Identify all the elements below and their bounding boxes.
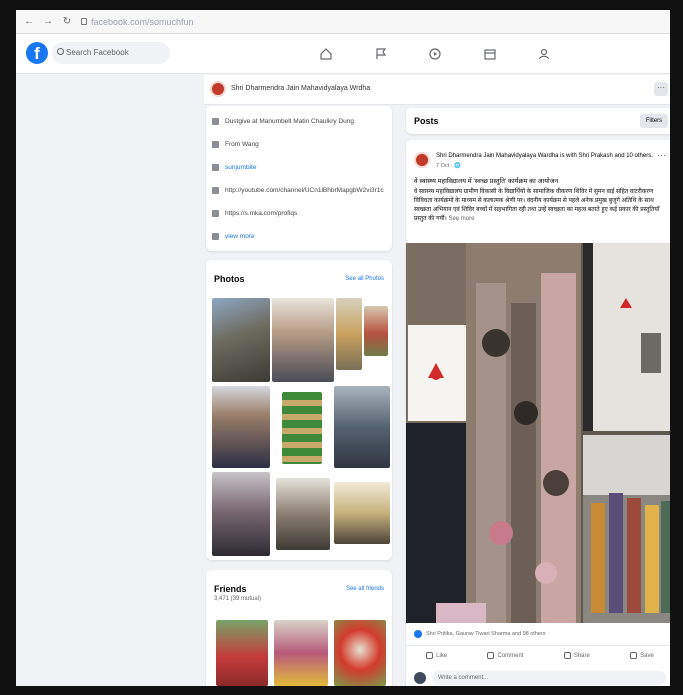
save-icon: [630, 652, 638, 659]
profile-name[interactable]: Shri Dharmendra Jain Mahavidyalaya Wrdha: [231, 85, 370, 92]
posts-header: Posts Filters: [406, 108, 670, 134]
intro-text: From Wang: [225, 141, 259, 148]
reload-button[interactable]: ↻: [62, 16, 72, 27]
reactions-summary[interactable]: Shri Pritika, Gaurav Tiwari Sharma and 9…: [414, 630, 546, 638]
intro-item: view more: [206, 225, 392, 248]
photo-thumbnail[interactable]: [334, 482, 390, 544]
play-icon[interactable]: [428, 47, 442, 61]
collage-graphic: [406, 243, 670, 623]
url-text: facebook.com/somuchfun: [91, 16, 194, 27]
photos-card: Photos See all Photos: [206, 260, 392, 560]
browser-window: ← → ↻ facebook.com/somuchfun f Search Fa…: [14, 8, 672, 688]
see-more-link[interactable]: See more: [448, 216, 474, 222]
photo-thumbnail[interactable]: [212, 298, 270, 382]
intro-item: sunjumbite: [206, 156, 392, 179]
post-body: वे स्वास्थ्य महाविद्यालय ग्रामीण विकासी …: [414, 188, 666, 224]
flag-icon[interactable]: [374, 47, 388, 61]
save-label: Save: [640, 652, 654, 659]
photo-thumbnail[interactable]: [334, 386, 390, 468]
search-icon: [57, 48, 64, 55]
post-headline: वे स्वास्थ्य महाविद्यालय में 'स्वच्छ प्र…: [414, 178, 559, 185]
intro-item: Dustgive at Manumbelt Matin Chaulkry Dun…: [206, 110, 392, 133]
see-all-friends-link[interactable]: See all friends: [346, 586, 384, 592]
home-icon: [212, 141, 219, 148]
home-icon[interactable]: [319, 47, 333, 61]
post-timestamp[interactable]: 7 Oct · 🌐: [436, 163, 461, 169]
photo-thumbnail[interactable]: [282, 392, 322, 464]
intro-link[interactable]: sunjumbite: [225, 164, 256, 171]
like-label: Like: [436, 652, 448, 659]
share-label: Share: [573, 652, 590, 659]
comment-composer: Write a comment...: [414, 670, 666, 686]
comment-icon: [487, 652, 495, 659]
share-icon: [563, 652, 571, 659]
share-button[interactable]: Share: [563, 652, 590, 659]
search-placeholder: Search Facebook: [66, 48, 129, 57]
profile-strip: Shri Dharmendra Jain Mahavidyalaya Wrdha…: [204, 75, 670, 105]
intro-link[interactable]: http://youtube.com/channel/UCn1lBhbrMapg…: [225, 187, 384, 194]
marketplace-icon[interactable]: [483, 47, 497, 61]
like-reaction-icon: [414, 630, 422, 638]
avatar[interactable]: [210, 81, 226, 97]
lock-icon: [81, 18, 87, 25]
friend-photo[interactable]: [216, 620, 268, 686]
comment-label: Comment: [497, 652, 524, 659]
briefcase-icon: [212, 118, 219, 125]
post-card: Shri Dharmendra Jain Mahavidyalaya Wardh…: [406, 140, 670, 686]
intro-item: http://youtube.com/channel/UCn1lBhbrMapg…: [206, 179, 392, 202]
photo-thumbnail[interactable]: [212, 386, 270, 468]
photo-thumbnail[interactable]: [336, 298, 362, 370]
save-button[interactable]: Save: [630, 652, 654, 659]
post-options-icon[interactable]: ···: [657, 150, 666, 160]
more-button[interactable]: ···: [654, 82, 668, 96]
browser-toolbar: ← → ↻ facebook.com/somuchfun: [16, 10, 670, 34]
avatar[interactable]: [414, 152, 430, 168]
friends-card: Friends 3,471 (39 mutual) See all friend…: [206, 570, 392, 686]
see-all-photos-link[interactable]: See all Photos: [345, 276, 384, 282]
like-icon: [426, 652, 434, 659]
intro-text: Dustgive at Manumbelt Matin Chaulkry Dun…: [225, 118, 354, 125]
forward-button[interactable]: →: [43, 16, 53, 27]
post-author[interactable]: Shri Dharmendra Jain Mahavidyalaya Wardh…: [436, 152, 656, 160]
filters-button[interactable]: Filters: [640, 114, 668, 128]
post-actions: Like Comment Share Save: [406, 645, 670, 665]
friend-photo[interactable]: [334, 620, 386, 686]
friends-count: 3,471 (39 mutual): [214, 596, 262, 602]
back-button[interactable]: ←: [24, 16, 34, 27]
address-bar[interactable]: facebook.com/somuchfun: [81, 17, 194, 27]
link-icon: [212, 210, 219, 217]
like-button[interactable]: Like: [426, 652, 447, 659]
intro-link[interactable]: https://s.mka.com/profiqs: [225, 210, 297, 217]
left-blank-area: [16, 75, 204, 686]
globe-icon: [212, 187, 219, 194]
reactions-text: Shri Pritika, Gaurav Tiwari Sharma and 9…: [426, 631, 546, 637]
photo-thumbnail[interactable]: [364, 306, 388, 356]
intro-item: https://s.mka.com/profiqs: [206, 202, 392, 225]
facebook-header: f Search Facebook: [16, 34, 670, 74]
intro-card: Dustgive at Manumbelt Matin Chaulkry Dun…: [206, 106, 392, 251]
view-more-link[interactable]: view more: [225, 233, 255, 240]
avatar[interactable]: [414, 672, 426, 684]
search-input[interactable]: Search Facebook: [52, 42, 170, 64]
photo-thumbnail[interactable]: [212, 472, 270, 556]
comment-input[interactable]: Write a comment...: [432, 671, 666, 685]
link-icon: [212, 164, 219, 171]
facebook-logo[interactable]: f: [26, 42, 48, 64]
comment-button[interactable]: Comment: [487, 652, 524, 659]
photo-thumbnail[interactable]: [276, 478, 330, 550]
friends-title: Friends: [214, 584, 247, 594]
star-icon: [212, 233, 219, 240]
intro-item: From Wang: [206, 133, 392, 156]
friend-photo[interactable]: [274, 620, 328, 686]
groups-icon[interactable]: [537, 47, 551, 61]
photos-title: Photos: [214, 274, 245, 284]
post-image-collage[interactable]: [406, 243, 670, 623]
posts-title: Posts: [414, 116, 439, 126]
photo-thumbnail[interactable]: [272, 298, 334, 382]
